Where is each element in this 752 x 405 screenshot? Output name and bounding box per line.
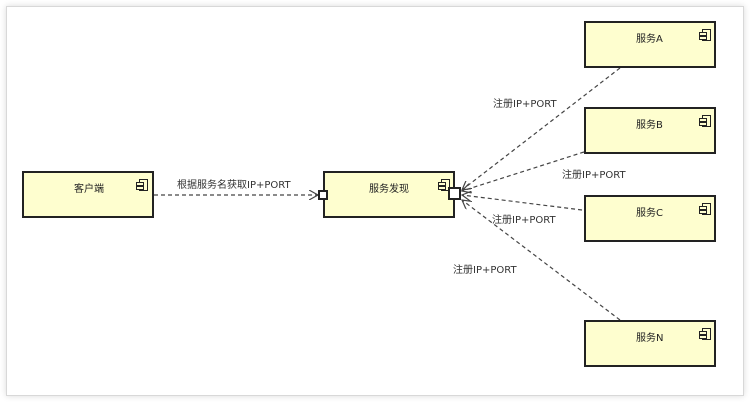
service-b-node[interactable]: 服务B	[584, 107, 716, 154]
component-icon	[699, 115, 711, 127]
component-icon	[136, 179, 148, 191]
client-node[interactable]: 客户端	[22, 171, 154, 218]
edge-label-register-a: 注册IP+PORT	[493, 99, 557, 110]
service-c-label: 服务C	[636, 208, 663, 219]
service-a-label: 服务A	[636, 34, 663, 45]
service-n-node[interactable]: 服务N	[584, 320, 716, 367]
edge-label-client-to-discovery: 根据服务名获取IP+PORT	[177, 180, 291, 191]
discovery-register-port	[448, 187, 461, 200]
component-icon	[699, 328, 711, 340]
edge-label-register-b: 注册IP+PORT	[562, 170, 626, 181]
edge-service-c-register	[462, 195, 583, 211]
client-label: 客户端	[74, 184, 104, 195]
edge-label-register-c: 注册IP+PORT	[492, 215, 556, 226]
service-discovery-label: 服务发现	[369, 184, 409, 195]
edge-label-register-n: 注册IP+PORT	[453, 265, 517, 276]
discovery-input-port	[318, 190, 328, 200]
service-c-node[interactable]: 服务C	[584, 195, 716, 242]
component-icon	[699, 29, 711, 41]
component-icon	[699, 203, 711, 215]
service-discovery-node[interactable]: 服务发现	[323, 171, 455, 218]
service-a-node[interactable]: 服务A	[584, 21, 716, 68]
service-n-label: 服务N	[636, 333, 664, 344]
service-b-label: 服务B	[636, 120, 663, 131]
